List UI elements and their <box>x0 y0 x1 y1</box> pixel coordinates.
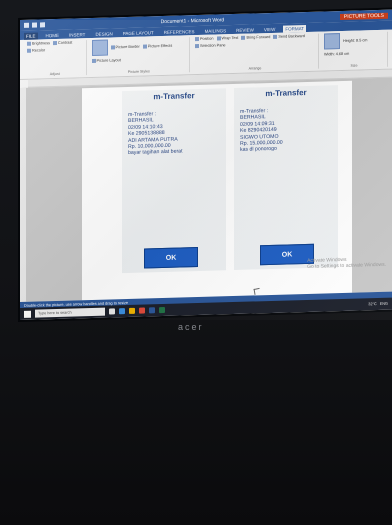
tab-references[interactable]: REFERENCES <box>162 28 197 36</box>
wrap-text-button[interactable]: Wrap Text <box>216 36 238 41</box>
word-icon[interactable] <box>149 307 155 314</box>
contrast-icon <box>52 40 57 46</box>
ribbon-group-picture-styles: Picture Border Picture Effects Picture L… <box>88 37 190 76</box>
shot-line: kas dl ponorogo <box>240 146 277 154</box>
height-field[interactable]: Height: 8.5 cm <box>343 32 367 49</box>
taskbar-search[interactable]: Type here to search <box>35 307 105 318</box>
group-label: Arrange <box>248 66 262 71</box>
group-label: Size <box>350 63 358 68</box>
tab-page-layout[interactable]: PAGE LAYOUT <box>121 29 156 37</box>
recolor-button[interactable]: Recolor <box>27 48 45 53</box>
transfer-screenshot-1[interactable]: m-Transfer m-Transfer : BERHASIL 02/09 1… <box>122 88 226 274</box>
shot-title: m-Transfer <box>153 91 195 102</box>
ribbon-group-size: Height: 8.5 cm Width: 4.68 cm Size <box>320 31 388 69</box>
weather-temp[interactable]: 32°C <box>368 302 376 306</box>
send-backward-icon <box>273 34 278 39</box>
border-icon <box>110 45 115 50</box>
task-view-icon[interactable] <box>109 308 115 315</box>
wrap-icon <box>216 36 221 41</box>
ribbon-group-adjust: Brightness Contrast Recolor Adjust <box>24 40 87 77</box>
chrome-icon[interactable] <box>139 307 145 314</box>
ok-button: OK <box>260 243 314 266</box>
group-label: Picture Styles <box>127 69 150 74</box>
picture-effects-button[interactable]: Picture Effects <box>142 38 172 55</box>
brightness-icon <box>27 41 31 46</box>
selection-pane-button[interactable]: Selection Pane <box>195 43 226 49</box>
crop-icon[interactable] <box>323 33 340 50</box>
undo-icon[interactable] <box>32 22 37 28</box>
send-backward-button[interactable]: Send Backward <box>273 34 305 39</box>
vertical-ruler <box>20 87 26 303</box>
tab-view[interactable]: VIEW <box>262 26 278 33</box>
effects-icon <box>142 44 147 49</box>
file-explorer-icon[interactable] <box>129 307 135 314</box>
document-workarea: m-Transfer m-Transfer : BERHASIL 02/09 1… <box>20 77 392 304</box>
system-tray: 32°C ENG <box>368 302 392 307</box>
selection-pane-icon <box>195 44 199 49</box>
picture-tools-label: PICTURE TOOLS <box>339 12 388 20</box>
tab-home[interactable]: HOME <box>44 32 62 39</box>
transfer-screenshot-2[interactable]: m-Transfer m-Transfer : BERHASIL 02/09 1… <box>234 85 338 271</box>
recolor-icon <box>27 48 31 53</box>
layout-icon <box>91 58 96 64</box>
shot-title: m-Transfer <box>265 87 307 99</box>
shot-line: bayar tagihan alat berat <box>128 148 183 157</box>
ribbon-group-arrange: Position Wrap Text Bring Forward Send Ba… <box>192 33 319 73</box>
quick-access-toolbar <box>24 22 45 28</box>
width-field[interactable]: Width: 4.68 cm <box>324 52 349 57</box>
mouse-cursor-icon <box>253 287 261 295</box>
input-language[interactable]: ENG <box>380 302 388 306</box>
ok-button: OK <box>144 247 198 269</box>
contrast-button[interactable]: Contrast <box>52 40 72 46</box>
excel-icon[interactable] <box>159 306 165 314</box>
bring-forward-icon <box>241 35 246 40</box>
tab-mailings[interactable]: MAILINGS <box>203 27 229 35</box>
edge-icon[interactable] <box>119 308 125 315</box>
picture-style-icon[interactable] <box>91 39 108 57</box>
group-label: Adjust <box>49 71 60 77</box>
position-button[interactable]: Position <box>195 37 214 42</box>
activate-windows-watermark: Activate Windows Go to Settings to activ… <box>307 256 386 270</box>
tab-file[interactable]: FILE <box>24 32 38 40</box>
position-icon <box>195 37 199 42</box>
save-icon[interactable] <box>24 22 29 28</box>
bring-forward-button[interactable]: Bring Forward <box>241 35 270 40</box>
shot-body: m-Transfer : BERHASIL 02/09 14:10:43 Ke … <box>128 109 226 157</box>
document-page: m-Transfer m-Transfer : BERHASIL 02/09 1… <box>82 80 352 304</box>
picture-border-button[interactable]: Picture Border <box>110 39 140 56</box>
tab-design[interactable]: DESIGN <box>93 30 114 38</box>
redo-icon[interactable] <box>40 22 45 28</box>
screen: Document1 - Microsoft Word PICTURE TOOLS… <box>20 9 392 320</box>
windows-start-icon[interactable] <box>24 310 31 318</box>
tab-format[interactable]: FORMAT <box>283 25 307 33</box>
monitor-brand-logo: acer <box>178 322 204 332</box>
picture-layout-button[interactable]: Picture Layout <box>91 58 121 64</box>
shot-body: m-Transfer : BERHASIL 02/09 14:09:31 Ke … <box>240 106 338 154</box>
brightness-button[interactable]: Brightness <box>27 41 50 46</box>
tab-review[interactable]: REVIEW <box>234 26 256 34</box>
tab-insert[interactable]: INSERT <box>67 31 87 39</box>
